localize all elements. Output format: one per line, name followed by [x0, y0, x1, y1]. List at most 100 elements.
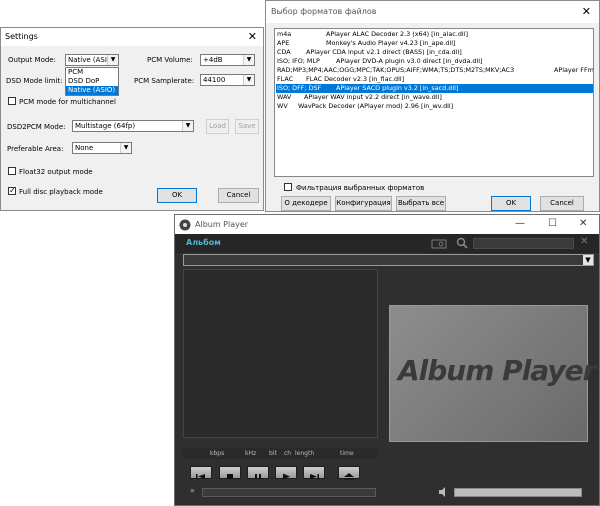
kbps-label: kbps [210, 450, 225, 457]
pcm-multichannel-checkbox[interactable] [8, 97, 16, 105]
search-input[interactable] [473, 238, 574, 249]
fast-forward-icon[interactable]: » [190, 486, 195, 495]
skip-forward-icon [310, 474, 319, 479]
minimize-icon[interactable]: — [515, 218, 525, 229]
format-row[interactable]: FLAC FLAC Decoder v2.3 [in_flac.dll] [276, 75, 593, 84]
pcm-samplerate-value: 44100 [203, 76, 226, 84]
format-ext: APE [277, 39, 290, 47]
close-search-icon[interactable]: ✕ [580, 236, 588, 247]
pcm-volume-select[interactable]: +4dB ▼ [200, 54, 255, 66]
settings-titlebar: Settings ✕ [1, 28, 263, 46]
eject-icon [344, 473, 354, 480]
output-mode-option-pcm[interactable]: PCM [66, 68, 118, 77]
close-icon[interactable]: ✕ [582, 5, 591, 18]
album-art: Album Player [389, 305, 596, 442]
pause-button[interactable] [247, 466, 269, 479]
save-button[interactable]: Save [235, 119, 259, 134]
volume-slider[interactable] [454, 488, 582, 497]
chevron-down-icon: ▼ [182, 121, 193, 131]
about-decoder-button[interactable]: О декодере [281, 196, 331, 211]
search-icon[interactable] [456, 237, 468, 249]
float32-checkbox[interactable] [8, 167, 16, 175]
ok-button[interactable]: OK [491, 196, 531, 211]
format-ext: RAD;MP3;MP4;AAC;OGG;MPC;TAK;OPUS;AIFF;WM… [277, 66, 515, 74]
preferable-area-select[interactable]: None ▼ [72, 142, 132, 154]
output-mode-option-native-asio[interactable]: Native (ASIO) [66, 86, 118, 95]
pcm-samplerate-label: PCM Samplerate: [134, 77, 195, 85]
ok-button[interactable]: OK [157, 188, 197, 203]
format-desc: WavPack Decoder (APlayer mod) 2.96 [in_w… [298, 102, 454, 110]
next-button[interactable] [303, 466, 325, 479]
album-label: Альбом [186, 238, 221, 247]
stop-icon [227, 474, 233, 479]
format-desc: FLAC Decoder v2.3 [in_flac.dll] [306, 75, 405, 83]
chevron-down-icon: ▼ [243, 55, 254, 65]
dsd2pcm-mode-select[interactable]: Multistage (64fp) ▼ [72, 120, 194, 132]
full-disc-checkbox[interactable]: ✓ [8, 187, 16, 195]
album-player-window: Album Player — ☐ ✕ Альбом ✕ ▼ Album Play… [174, 214, 600, 506]
float32-label: Float32 output mode [19, 168, 93, 176]
pcm-samplerate-select[interactable]: 44100 ▼ [200, 74, 255, 86]
close-icon[interactable]: ✕ [579, 218, 587, 229]
format-row[interactable]: CDA APlayer CDA input v2.1 direct (BASS)… [276, 48, 593, 57]
format-row[interactable]: APE Monkey's Audio Player v4.23 [in_ape.… [276, 39, 593, 48]
pcm-multichannel-label: PCM mode for multichannel [19, 98, 116, 106]
filter-checkbox[interactable] [284, 183, 292, 191]
preferable-area-value: None [75, 144, 94, 152]
radio-icon[interactable] [431, 238, 447, 249]
load-button[interactable]: Load [206, 119, 229, 134]
volume-icon[interactable] [437, 486, 449, 498]
filter-label: Фильтрация выбранных форматов [296, 184, 425, 192]
khz-label: kHz [245, 450, 257, 457]
format-ext: m4a [277, 30, 292, 38]
format-ext: ISO; IFO; MLP [277, 57, 320, 65]
settings-dialog: Settings ✕ Output Mode: Native (ASIO) ▼ … [0, 27, 264, 211]
app-icon [179, 219, 191, 231]
format-row[interactable]: WV WavPack Decoder (APlayer mod) 2.96 [i… [276, 102, 593, 111]
dsd-mode-limit-label: DSD Mode limit: [6, 77, 63, 85]
info-bar: kbps kHz bit ch length time [183, 448, 378, 459]
format-desc: APlayer CDA input v2.1 direct (BASS) [in… [306, 48, 462, 56]
album-select[interactable]: ▼ [183, 254, 594, 266]
album-title: Album Player [195, 220, 249, 229]
previous-button[interactable] [190, 466, 212, 479]
preferable-area-label: Preferable Area: [7, 145, 64, 153]
settings-title: Settings [5, 32, 38, 41]
stop-button[interactable] [219, 466, 241, 479]
album-header: Альбом ✕ [175, 234, 599, 253]
track-list[interactable] [183, 269, 378, 438]
eject-button[interactable] [338, 466, 360, 480]
seek-bar[interactable] [202, 488, 376, 497]
format-desc: APlayer DVD-A plugin v3.0 direct [in_dvd… [336, 57, 483, 65]
play-button[interactable] [275, 466, 297, 480]
pcm-volume-label: PCM Volume: [147, 56, 193, 64]
chevron-down-icon: ▼ [243, 75, 254, 85]
chevron-down-icon: ▼ [583, 255, 593, 265]
cancel-button[interactable]: Cancel [218, 188, 259, 203]
format-row[interactable]: ISO; IFO; MLP APlayer DVD-A plugin v3.0 … [276, 57, 593, 66]
output-mode-option-dsd-dop[interactable]: DSD DoP [66, 77, 118, 86]
bit-label: bit [269, 450, 277, 457]
format-ext: WAV [277, 93, 292, 101]
format-desc: APlayer SACD plugin v3.2 [in_sacd.dll] [336, 84, 459, 92]
album-logo-text: Album Player [398, 354, 596, 387]
format-ext: ISO; DFF; DSF [277, 84, 322, 92]
length-label: length [295, 450, 315, 457]
format-row[interactable]: RAD;MP3;MP4;AAC;OGG;MPC;TAK;OPUS;AIFF;WM… [276, 66, 593, 75]
configuration-button[interactable]: Конфигурация [335, 196, 392, 211]
close-icon[interactable]: ✕ [248, 30, 257, 43]
format-row[interactable]: m4a APlayer ALAC Decoder 2.3 (x64) [in_a… [276, 30, 593, 39]
cancel-button[interactable]: Cancel [540, 196, 584, 211]
time-label: time [340, 450, 354, 457]
format-row[interactable]: WAV APlayer WAV input v2.2 direct [in_wa… [276, 93, 593, 102]
select-all-button[interactable]: Выбрать все [396, 196, 446, 211]
output-mode-label: Output Mode: [8, 56, 56, 64]
ch-label: ch [284, 450, 292, 457]
format-row-selected[interactable]: ISO; DFF; DSF APlayer SACD plugin v3.2 [… [276, 84, 593, 93]
play-icon [283, 473, 290, 480]
format-desc: Monkey's Audio Player v4.23 [in_ape.dll] [326, 39, 456, 47]
formats-list[interactable]: m4a APlayer ALAC Decoder 2.3 (x64) [in_a… [274, 28, 594, 177]
format-desc: APlayer WAV input v2.2 direct [in_wave.d… [304, 93, 442, 101]
maximize-icon[interactable]: ☐ [548, 218, 557, 229]
output-mode-select[interactable]: Native (ASIO) ▼ [65, 54, 119, 66]
